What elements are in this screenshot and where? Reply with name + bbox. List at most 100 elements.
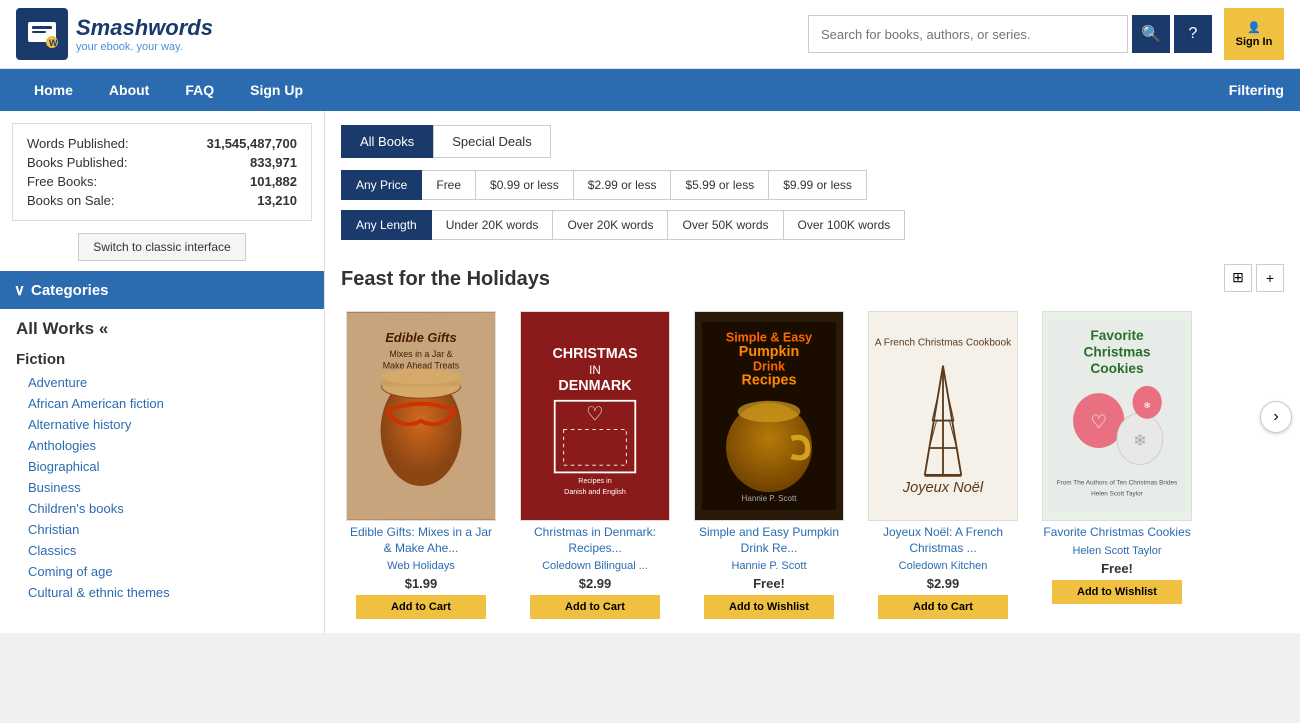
cat-classics[interactable]: Classics — [0, 540, 324, 561]
top-bar: W Smashwords your ebook. your way. 🔍 ? 👤… — [0, 0, 1300, 69]
book-author-1[interactable]: Coledown Bilingual ... — [542, 560, 648, 572]
book-price-4: Free! — [1101, 561, 1133, 576]
svg-text:Danish and English: Danish and English — [564, 488, 626, 496]
book-title-4[interactable]: Favorite Christmas Cookies — [1043, 525, 1190, 541]
book-cover-4[interactable]: Favorite Christmas Cookies ♡ ❄ ❄ From Th… — [1042, 311, 1192, 521]
fiction-list: Adventure African American fiction Alter… — [0, 372, 324, 603]
cat-african-american[interactable]: African American fiction — [0, 393, 324, 414]
book-card-4: Favorite Christmas Cookies ♡ ❄ ❄ From Th… — [1037, 311, 1197, 604]
cat-biographical[interactable]: Biographical — [0, 456, 324, 477]
content-area: All Books Special Deals Any Price Free $… — [325, 111, 1300, 633]
stats-box: Words Published: 31,545,487,700 Books Pu… — [12, 123, 312, 221]
nav-signup[interactable]: Sign Up — [232, 69, 321, 111]
add-wishlist-button-4[interactable]: Add to Wishlist — [1052, 580, 1182, 604]
add-wishlist-button-2[interactable]: Add to Wishlist — [704, 595, 834, 619]
fiction-heading: Fiction — [0, 343, 324, 372]
svg-text:Cookies: Cookies — [1090, 361, 1144, 376]
books-published-label: Books Published: — [27, 155, 127, 170]
book-title-2[interactable]: Simple and Easy Pumpkin Drink Re... — [694, 525, 844, 556]
book-author-0[interactable]: Web Holidays — [387, 560, 455, 572]
signin-label: Sign In — [1236, 36, 1273, 48]
switch-interface-button[interactable]: Switch to classic interface — [78, 233, 245, 261]
tab-all-books[interactable]: All Books — [341, 125, 433, 158]
book-card-2: Simple & Easy Pumpkin Drink Recipes Hann… — [689, 311, 849, 619]
filter-free[interactable]: Free — [422, 170, 476, 200]
svg-text:Hannie P. Scott: Hannie P. Scott — [742, 494, 798, 503]
nav-filter[interactable]: Filtering — [1229, 82, 1284, 98]
cat-coming-of-age[interactable]: Coming of age — [0, 561, 324, 582]
svg-text:CHRISTMAS: CHRISTMAS — [552, 346, 637, 362]
book-title-0[interactable]: Edible Gifts: Mixes in a Jar & Make Ahe.… — [346, 525, 496, 556]
books-on-sale-value: 13,210 — [257, 193, 297, 208]
signin-button[interactable]: 👤 Sign In — [1224, 8, 1284, 60]
filter-over-100k[interactable]: Over 100K words — [784, 210, 906, 240]
nav-about[interactable]: About — [91, 69, 167, 111]
book-cover-0[interactable]: Edible Gifts Mixes in a Jar & Make Ahead… — [346, 311, 496, 521]
chevron-down-icon: ∨ — [14, 281, 25, 299]
length-filter-row: Any Length Under 20K words Over 20K word… — [341, 210, 1284, 240]
categories-label: Categories — [31, 282, 109, 299]
book-author-4[interactable]: Helen Scott Taylor — [1072, 545, 1161, 557]
add-cart-button-3[interactable]: Add to Cart — [878, 595, 1008, 619]
logo-tagline: your ebook. your way. — [76, 41, 213, 53]
add-cart-button-0[interactable]: Add to Cart — [356, 595, 486, 619]
svg-text:❄: ❄ — [1133, 432, 1147, 450]
svg-text:DENMARK: DENMARK — [558, 378, 632, 394]
help-button[interactable]: ? — [1174, 15, 1212, 53]
cat-cultural[interactable]: Cultural & ethnic themes — [0, 582, 324, 603]
nav-home[interactable]: Home — [16, 69, 91, 111]
svg-text:W: W — [49, 38, 58, 48]
book-author-3[interactable]: Coledown Kitchen — [899, 560, 988, 572]
book-cover-3[interactable]: A French Christmas Cookbook Joyeux Noël — [868, 311, 1018, 521]
grid-view-button[interactable]: ⊞ — [1224, 264, 1252, 292]
svg-text:Helen Scott Taylor: Helen Scott Taylor — [1091, 491, 1144, 498]
add-view-button[interactable]: + — [1256, 264, 1284, 292]
stats-free: Free Books: 101,882 — [27, 172, 297, 191]
book-price-1: $2.99 — [579, 576, 612, 591]
book-cover-2[interactable]: Simple & Easy Pumpkin Drink Recipes Hann… — [694, 311, 844, 521]
filter-any-length[interactable]: Any Length — [341, 210, 432, 240]
filter-over-50k[interactable]: Over 50K words — [668, 210, 783, 240]
filter-under-20k[interactable]: Under 20K words — [432, 210, 554, 240]
book-author-2[interactable]: Hannie P. Scott — [731, 560, 806, 572]
nav-links: Home About FAQ Sign Up — [16, 69, 321, 111]
nav-bar: Home About FAQ Sign Up Filtering — [0, 69, 1300, 111]
filter-5-99[interactable]: $5.99 or less — [671, 170, 769, 200]
cat-business[interactable]: Business — [0, 477, 324, 498]
search-button[interactable]: 🔍 — [1132, 15, 1170, 53]
stats-words: Words Published: 31,545,487,700 — [27, 134, 297, 153]
filter-over-20k[interactable]: Over 20K words — [553, 210, 668, 240]
filter-2-99[interactable]: $2.99 or less — [574, 170, 672, 200]
next-button[interactable]: › — [1260, 401, 1292, 433]
add-cart-button-1[interactable]: Add to Cart — [530, 595, 660, 619]
cat-alternative-history[interactable]: Alternative history — [0, 414, 324, 435]
filter-9-99[interactable]: $9.99 or less — [769, 170, 867, 200]
cat-childrens[interactable]: Children's books — [0, 498, 324, 519]
all-works-link[interactable]: All Works « — [0, 309, 324, 343]
categories-header: ∨ Categories — [0, 271, 324, 309]
search-area: 🔍 ? 👤 Sign In — [808, 8, 1284, 60]
books-published-value: 833,971 — [250, 155, 297, 170]
cat-anthologies[interactable]: Anthologies — [0, 435, 324, 456]
tabs-row: All Books Special Deals — [341, 125, 1284, 158]
tab-special-deals[interactable]: Special Deals — [433, 125, 551, 158]
book-title-3[interactable]: Joyeux Noël: A French Christmas ... — [868, 525, 1018, 556]
nav-faq[interactable]: FAQ — [167, 69, 232, 111]
svg-text:Favorite: Favorite — [1090, 328, 1144, 343]
stats-sale: Books on Sale: 13,210 — [27, 191, 297, 210]
filter-0-99[interactable]: $0.99 or less — [476, 170, 574, 200]
sidebar: Words Published: 31,545,487,700 Books Pu… — [0, 111, 325, 633]
book-cover-1[interactable]: CHRISTMAS IN DENMARK ♡ Recipes in Danish… — [520, 311, 670, 521]
svg-text:Christmas: Christmas — [1083, 345, 1150, 360]
cat-adventure[interactable]: Adventure — [0, 372, 324, 393]
svg-text:Mixes in a Jar &: Mixes in a Jar & — [389, 349, 452, 359]
search-input[interactable] — [808, 15, 1128, 53]
user-icon: 👤 — [1247, 21, 1261, 34]
svg-text:Pumpkin: Pumpkin — [739, 344, 799, 360]
price-filter-row: Any Price Free $0.99 or less $2.99 or le… — [341, 170, 1284, 200]
svg-text:Edible Gifts: Edible Gifts — [385, 330, 456, 345]
books-on-sale-label: Books on Sale: — [27, 193, 114, 208]
cat-christian[interactable]: Christian — [0, 519, 324, 540]
book-title-1[interactable]: Christmas in Denmark: Recipes... — [520, 525, 670, 556]
filter-any-price[interactable]: Any Price — [341, 170, 422, 200]
